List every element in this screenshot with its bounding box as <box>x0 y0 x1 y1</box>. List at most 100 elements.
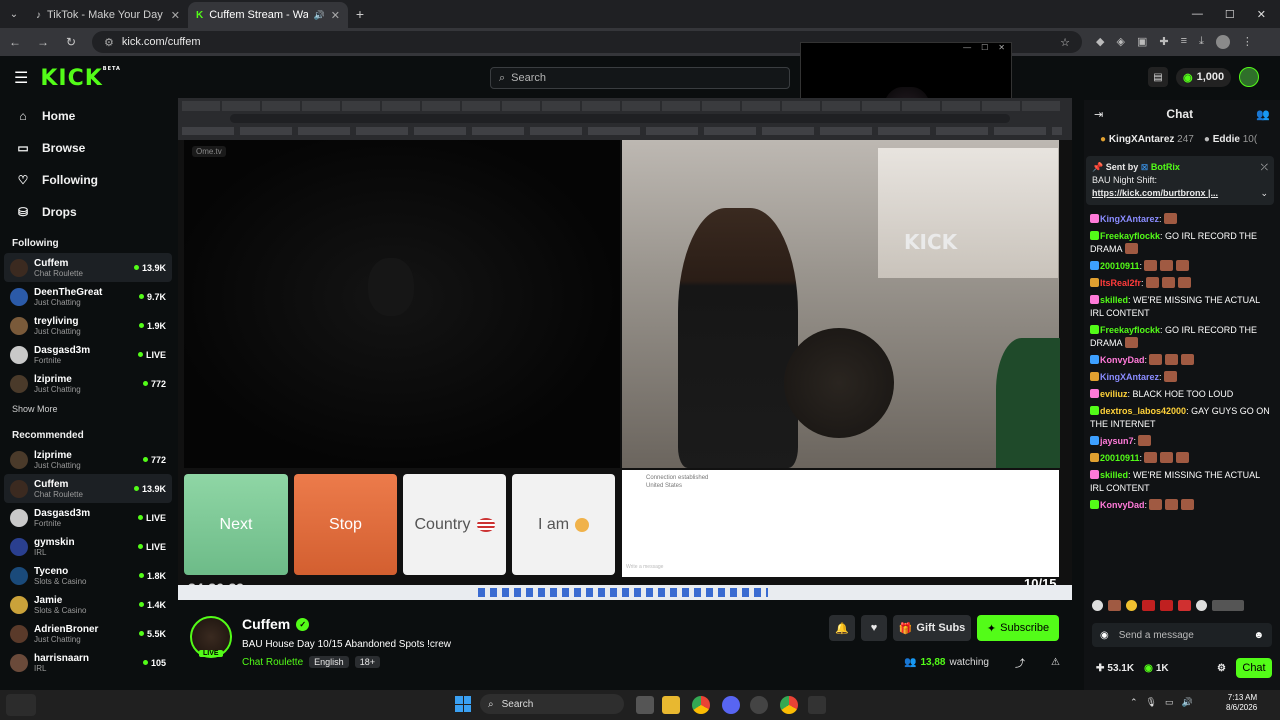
chat-username[interactable]: 20010911 <box>1100 261 1140 271</box>
chat-message[interactable]: 20010911: <box>1084 258 1280 275</box>
chat-username[interactable]: jaysun7 <box>1100 436 1134 446</box>
new-tab-button[interactable]: + <box>348 6 372 22</box>
chat-input[interactable]: ◉ Send a message ☻ <box>1092 623 1272 647</box>
sidebar-channel[interactable]: Cuffem Chat Roulette 13.9K <box>4 474 172 503</box>
chat-username[interactable]: KonvyDad <box>1100 500 1145 510</box>
tag-english[interactable]: English <box>309 656 349 668</box>
sidebar-channel[interactable]: Dasgasd3m Fortnite LIVE <box>0 503 176 532</box>
reload-icon[interactable]: ↻ <box>64 35 78 49</box>
chat-message[interactable]: 20010911: <box>1084 450 1280 467</box>
chat-username[interactable]: KonvyDad <box>1100 355 1145 365</box>
chat-username[interactable]: 20010911 <box>1100 453 1140 463</box>
obs-icon[interactable] <box>808 696 826 714</box>
country-button[interactable]: Country <box>403 474 506 575</box>
site-info-icon[interactable]: ⚙ <box>104 36 114 49</box>
emoji-icon[interactable]: ☻ <box>1253 630 1264 641</box>
close-icon[interactable]: ✕ <box>171 9 180 22</box>
sidebar-channel[interactable]: AdrienBroner Just Chatting 5.5K <box>0 619 176 648</box>
sidebar-channel[interactable]: Jamie Slots & Casino 1.4K <box>0 590 176 619</box>
taskbar-left-widget[interactable] <box>6 694 36 716</box>
sidebar-channel[interactable]: Dasgasd3m Fortnite LIVE <box>0 340 176 369</box>
chat-username[interactable]: skilled <box>1100 295 1128 305</box>
collapse-chat-icon[interactable]: ⇥ <box>1094 108 1103 121</box>
sidebar-channel[interactable]: treyliving Just Chatting 1.9K <box>0 311 176 340</box>
chat-options-icon[interactable]: ◉ <box>1100 630 1109 641</box>
task-view-icon[interactable] <box>636 696 654 714</box>
chat-username[interactable]: dextros_labos42000 <box>1100 406 1186 416</box>
points-badge[interactable]: ◉ 1,000 <box>1176 67 1232 87</box>
sidebar-channel[interactable]: Tyceno Slots & Casino 1.8K <box>0 561 176 590</box>
close-icon[interactable]: ✕ <box>331 9 340 22</box>
report-icon[interactable]: ⚠ <box>1051 657 1060 668</box>
kick-logo[interactable]: KICKBETA <box>40 66 121 91</box>
discord-icon[interactable] <box>722 696 740 714</box>
i-am-button[interactable]: I am <box>512 474 615 575</box>
volume-icon[interactable]: 🔊 <box>1182 697 1193 708</box>
gift-subs-button[interactable]: 🎁 Gift Subs <box>893 615 971 641</box>
sidebar-channel[interactable]: harrisnaarn IRL 105 <box>0 648 176 677</box>
tab-search-chevron[interactable]: ⌄ <box>0 9 28 20</box>
clock[interactable]: 7:13 AM 8/6/2026 <box>1226 693 1257 713</box>
chat-message[interactable]: Freekayflockk: GO IRL RECORD THE DRAMA <box>1084 322 1280 352</box>
steam-icon[interactable] <box>750 696 768 714</box>
chat-username[interactable]: Freekayflockk <box>1100 325 1160 335</box>
chat-message[interactable]: eviliuz: BLACK HOE TOO LOUD <box>1084 386 1280 403</box>
chat-username[interactable]: KingXAntarez <box>1100 372 1159 382</box>
chat-username[interactable]: eviliuz <box>1100 389 1128 399</box>
audio-icon[interactable]: 🔊 <box>314 10 325 21</box>
close-window-icon[interactable]: ✕ <box>1257 8 1266 21</box>
chrome-icon[interactable] <box>692 696 710 714</box>
layout-icon[interactable]: ▤ <box>1148 67 1168 87</box>
search-input[interactable]: ⌕ Search <box>490 67 790 89</box>
forward-icon[interactable]: → <box>36 35 50 49</box>
emote-icon[interactable] <box>1108 600 1121 611</box>
streamer-name[interactable]: Cuffem <box>242 616 290 632</box>
back-icon[interactable]: ← <box>8 35 22 49</box>
puzzle-icon[interactable]: ✚ <box>1159 35 1168 49</box>
bookmark-star-icon[interactable]: ☆ <box>1060 36 1070 49</box>
sidebar-channel[interactable]: gymskin IRL LIVE <box>0 532 176 561</box>
close-icon[interactable]: ✕ <box>998 43 1005 57</box>
network-icon[interactable]: ▭ <box>1165 697 1174 708</box>
emote-icon[interactable] <box>1160 600 1173 611</box>
emote-icon[interactable] <box>1212 600 1244 611</box>
emote-icon[interactable] <box>1178 600 1191 611</box>
reading-list-icon[interactable]: ≡ <box>1181 35 1187 49</box>
chat-settings-gear-icon[interactable]: ⚙ <box>1217 663 1226 674</box>
chat-message[interactable]: KingXAntarez: <box>1084 211 1280 228</box>
chat-username[interactable]: ItsReal2fr <box>1100 278 1141 288</box>
menu-dots-icon[interactable]: ⋮ <box>1242 35 1253 49</box>
taskbar-search[interactable]: ⌕ Search <box>480 694 624 714</box>
minimize-icon[interactable]: — <box>963 43 971 57</box>
emote-icon[interactable] <box>1142 600 1155 611</box>
chat-stat-left[interactable]: ✚ 53.1K <box>1096 663 1134 674</box>
leaderboard-entry[interactable]: ● Eddie 10( <box>1204 134 1257 145</box>
minimize-icon[interactable]: — <box>1192 8 1203 21</box>
extension-icon[interactable]: ◆ <box>1096 35 1104 49</box>
follow-heart-button[interactable]: ♥ <box>861 615 887 641</box>
sidebar-channel[interactable]: Cuffem Chat Roulette 13.9K <box>4 253 172 282</box>
ometv-message-input[interactable]: Write a message <box>626 564 663 570</box>
chat-username[interactable]: Freekayflockk <box>1100 231 1160 241</box>
start-button[interactable] <box>455 696 471 712</box>
show-more-link[interactable]: Show More <box>0 398 176 420</box>
tray-chevron-icon[interactable]: ⌃ <box>1130 697 1138 708</box>
chat-message[interactable]: Freekayflockk: GO IRL RECORD THE DRAMA <box>1084 228 1280 258</box>
downloads-icon[interactable]: ⤓ <box>1199 35 1204 49</box>
chrome-active-icon[interactable] <box>780 696 798 714</box>
chat-message[interactable]: skilled: WE'RE MISSING THE ACTUAL IRL CO… <box>1084 467 1280 497</box>
category-link[interactable]: Chat Roulette <box>242 657 303 668</box>
user-avatar[interactable] <box>1239 67 1260 87</box>
unpin-icon[interactable]: ⤫ <box>1261 161 1268 174</box>
chat-message[interactable]: KonvyDad: <box>1084 497 1280 514</box>
chat-stat-right[interactable]: ◉ 1K <box>1144 663 1169 674</box>
chat-message[interactable]: jaysun7: <box>1084 433 1280 450</box>
chat-send-button[interactable]: Chat <box>1236 658 1272 678</box>
maximize-icon[interactable]: ☐ <box>1225 8 1235 21</box>
extension-icon[interactable]: ◈ <box>1116 35 1124 49</box>
emote-icon[interactable] <box>1126 600 1137 611</box>
subscribe-button[interactable]: ✦ Subscribe <box>977 615 1059 641</box>
chat-username[interactable]: KingXAntarez <box>1100 214 1159 224</box>
sidebar-channel[interactable]: lziprime Just Chatting 772 <box>0 445 176 474</box>
chat-username[interactable]: skilled <box>1100 470 1128 480</box>
